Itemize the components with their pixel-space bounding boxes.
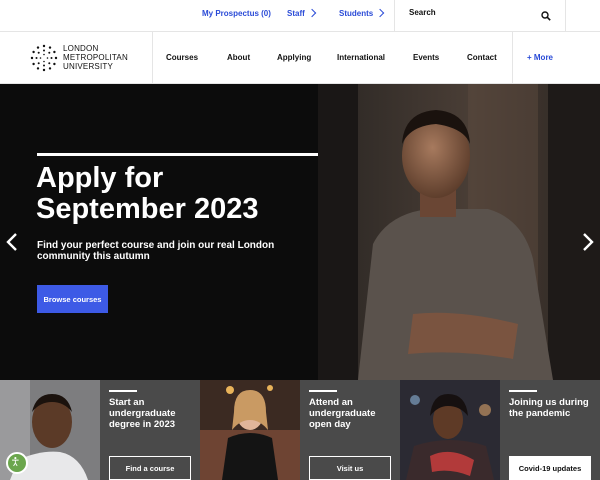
utility-bar: My Prospectus (0) Staff Students (0, 0, 600, 32)
student-photo-3 (400, 380, 500, 480)
hero-title: Apply for September 2023 (36, 163, 316, 225)
chevron-right-icon (375, 8, 385, 18)
students-label: Students (339, 9, 374, 18)
nav-item-courses[interactable]: Courses (166, 53, 198, 62)
accessibility-icon[interactable] (6, 452, 28, 474)
feature-card-text: Attend an undergraduate open day (309, 397, 376, 430)
feature-strip: Start an undergraduate degree in 2023 Fi… (0, 380, 600, 480)
nav-item-applying[interactable]: Applying (277, 53, 311, 62)
feature-card-open-day: Attend an undergraduate open day Visit u… (300, 380, 400, 480)
hero-subtitle: Find your perfect course and join our re… (37, 240, 275, 262)
staff-link[interactable]: Staff (287, 8, 317, 18)
chevron-right-icon (307, 8, 317, 18)
hero-banner: Apply for September 2023 Find your perfe… (0, 84, 600, 380)
hero-student-photo (318, 84, 600, 380)
chevron-right-icon[interactable] (582, 232, 594, 252)
logo-mark-icon (30, 44, 58, 72)
logo-wordmark: LONDON METROPOLITAN UNIVERSITY (63, 44, 128, 71)
feature-card-text: Start an undergraduate degree in 2023 (109, 397, 176, 430)
nav-divider (512, 32, 513, 84)
nav-item-events[interactable]: Events (413, 53, 439, 62)
nav-divider (152, 32, 153, 84)
hero-divider (37, 153, 318, 156)
logo-line-2: METROPOLITAN (63, 53, 128, 62)
search-input[interactable] (409, 8, 529, 17)
nav-item-international[interactable]: International (337, 53, 385, 62)
covid-updates-button[interactable]: Covid-19 updates (509, 456, 591, 480)
search-icon[interactable] (541, 11, 551, 21)
chevron-left-icon[interactable] (6, 232, 18, 252)
visit-us-button[interactable]: Visit us (309, 456, 391, 480)
university-logo[interactable]: LONDON METROPOLITAN UNIVERSITY (30, 42, 148, 74)
logo-line-1: LONDON (63, 44, 99, 53)
students-link[interactable]: Students (339, 8, 385, 18)
logo-line-3: UNIVERSITY (63, 62, 114, 71)
feature-card-text: Joining us during the pandemic (509, 397, 589, 419)
feature-card-pandemic: Joining us during the pandemic Covid-19 … (500, 380, 600, 480)
nav-more-button[interactable]: + More (527, 53, 553, 62)
my-prospectus-link[interactable]: My Prospectus (0) (202, 9, 271, 18)
nav-item-about[interactable]: About (227, 53, 250, 62)
main-nav: LONDON METROPOLITAN UNIVERSITY Courses A… (0, 32, 600, 84)
nav-item-contact[interactable]: Contact (467, 53, 497, 62)
card-divider (309, 390, 337, 392)
hero-title-line-1: Apply for (36, 162, 164, 194)
feature-card-undergraduate: Start an undergraduate degree in 2023 Fi… (100, 380, 200, 480)
staff-label: Staff (287, 9, 305, 18)
card-divider (509, 390, 537, 392)
student-photo-2 (200, 380, 300, 480)
card-divider (109, 390, 137, 392)
browse-courses-button[interactable]: Browse courses (37, 285, 108, 313)
find-a-course-button[interactable]: Find a course (109, 456, 191, 480)
hero-title-line-2: September 2023 (36, 193, 259, 225)
search-box (394, 0, 566, 32)
